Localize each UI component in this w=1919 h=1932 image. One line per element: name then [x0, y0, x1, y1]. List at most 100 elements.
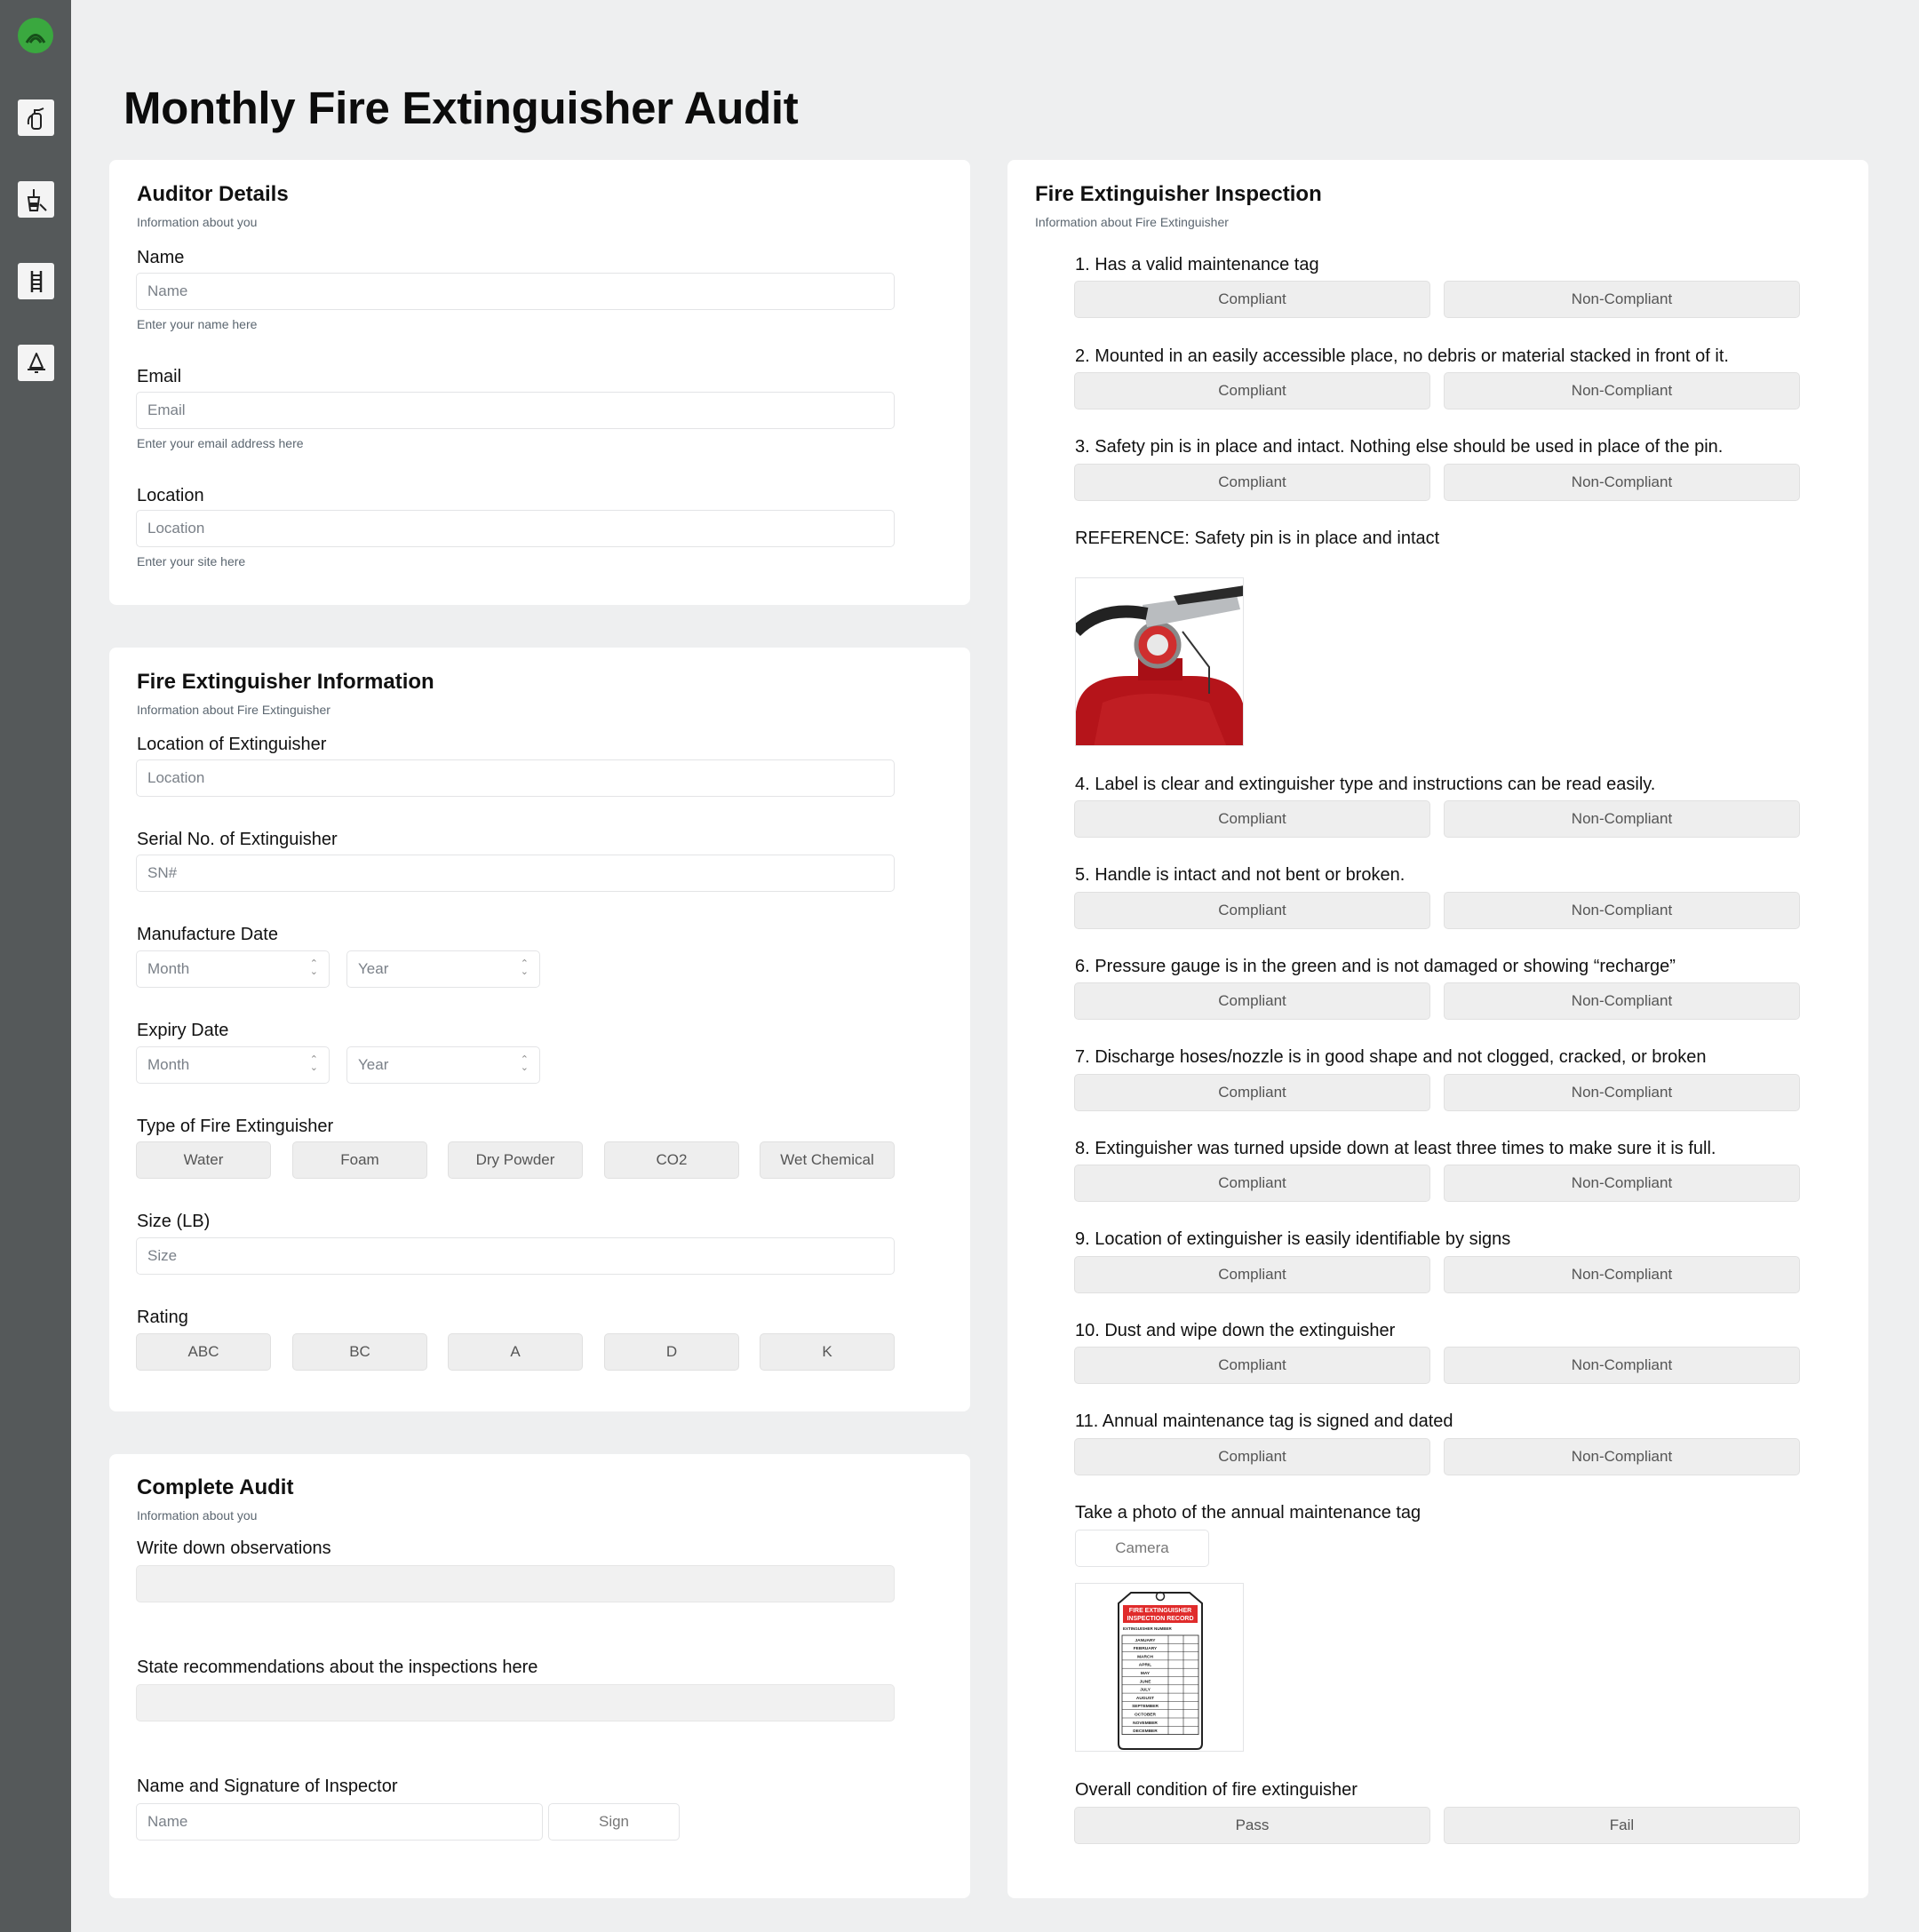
observations-textarea[interactable]	[136, 1565, 895, 1602]
manufacture-month-select[interactable]: Month ⌃ ⌄	[136, 950, 330, 988]
svg-text:EXTINGUISHER NUMBER: EXTINGUISHER NUMBER	[1123, 1626, 1173, 1631]
reference-label: REFERENCE: Safety pin is in place and in…	[1075, 529, 1440, 548]
select-value: Month	[147, 1056, 190, 1073]
location-hint: Enter your site here	[137, 554, 246, 568]
card-subtitle: Information about you	[137, 215, 258, 229]
tag-month-january: JANUARY	[1135, 1638, 1156, 1643]
question-11-compliant-button[interactable]: Compliant	[1074, 1438, 1430, 1475]
question-9-compliant-button[interactable]: Compliant	[1074, 1256, 1430, 1293]
size-label: Size (LB)	[137, 1212, 211, 1231]
type-option-co2[interactable]: CO2	[604, 1141, 739, 1179]
select-value: Month	[147, 960, 190, 977]
expiry-month-select[interactable]: Month ⌃ ⌄	[136, 1046, 330, 1084]
manufacture-year-select[interactable]: Year ⌃ ⌄	[346, 950, 540, 988]
question-4-non-compliant-button[interactable]: Non-Compliant	[1444, 800, 1800, 838]
question-5-non-compliant-button[interactable]: Non-Compliant	[1444, 892, 1800, 929]
bell-icon[interactable]	[18, 345, 54, 381]
extinguisher-info-card: Fire Extinguisher Information Informatio…	[109, 648, 970, 1411]
serial-input[interactable]: SN#	[136, 855, 895, 892]
select-value: Year	[358, 960, 389, 977]
type-option-foam[interactable]: Foam	[292, 1141, 427, 1179]
question-9-non-compliant-button[interactable]: Non-Compliant	[1444, 1256, 1800, 1293]
location-label: Location	[137, 486, 204, 505]
sidebar	[0, 0, 71, 1932]
expiry-year-select[interactable]: Year ⌃ ⌄	[346, 1046, 540, 1084]
question-1-non-compliant-button[interactable]: Non-Compliant	[1444, 281, 1800, 318]
extinguisher-location-label: Location of Extinguisher	[137, 735, 327, 754]
question-7-non-compliant-button[interactable]: Non-Compliant	[1444, 1074, 1800, 1111]
svg-text:FIRE EXTINGUISHER: FIRE EXTINGUISHER	[1129, 1608, 1191, 1614]
card-subtitle: Information about Fire Extinguisher	[137, 703, 330, 717]
question-10-label: 10. Dust and wipe down the extinguisher	[1075, 1321, 1396, 1340]
question-6-compliant-button[interactable]: Compliant	[1074, 982, 1430, 1020]
auditor-details-card: Auditor Details Information about you Na…	[109, 160, 970, 605]
tag-month-september: SEPTEMBER	[1132, 1704, 1159, 1709]
rating-option-bc[interactable]: BC	[292, 1333, 427, 1371]
type-option-wet-chemical[interactable]: Wet Chemical	[760, 1141, 895, 1179]
extinguisher-location-input[interactable]: Location	[136, 759, 895, 797]
camera-button[interactable]: Camera	[1075, 1530, 1209, 1567]
observations-label: Write down observations	[137, 1538, 331, 1558]
location-input[interactable]: Location	[136, 510, 895, 547]
question-11-non-compliant-button[interactable]: Non-Compliant	[1444, 1438, 1800, 1475]
svg-text:INSPECTION RECORD: INSPECTION RECORD	[1127, 1616, 1193, 1622]
question-5-compliant-button[interactable]: Compliant	[1074, 892, 1430, 929]
question-2-non-compliant-button[interactable]: Non-Compliant	[1444, 372, 1800, 409]
chevron-updown-icon: ⌃ ⌄	[309, 1054, 318, 1073]
tag-month-june: JUNE	[1140, 1679, 1152, 1684]
question-5-label: 5. Handle is intact and not bent or brok…	[1075, 865, 1405, 885]
app-logo-icon[interactable]	[18, 18, 53, 53]
rating-option-d[interactable]: D	[604, 1333, 739, 1371]
type-option-dry-powder[interactable]: Dry Powder	[448, 1141, 583, 1179]
pass-button[interactable]: Pass	[1074, 1807, 1430, 1844]
safety-pin-reference-image	[1075, 577, 1244, 746]
ladder-icon[interactable]	[18, 263, 54, 299]
photo-label: Take a photo of the annual maintenance t…	[1075, 1503, 1421, 1523]
rating-option-a[interactable]: A	[448, 1333, 583, 1371]
tag-month-july: JULY	[1140, 1688, 1151, 1693]
serial-label: Serial No. of Extinguisher	[137, 830, 338, 849]
overall-condition-label: Overall condition of fire extinguisher	[1075, 1780, 1358, 1800]
question-1-compliant-button[interactable]: Compliant	[1074, 281, 1430, 318]
rating-option-k[interactable]: K	[760, 1333, 895, 1371]
tag-month-december: DECEMBER	[1133, 1729, 1158, 1734]
question-10-compliant-button[interactable]: Compliant	[1074, 1347, 1430, 1384]
complete-audit-card: Complete Audit Information about you Wri…	[109, 1454, 970, 1898]
tag-month-may: MAY	[1141, 1671, 1151, 1676]
sign-button[interactable]: Sign	[548, 1803, 680, 1841]
size-input[interactable]: Size	[136, 1237, 895, 1275]
email-label: Email	[137, 367, 182, 386]
fire-extinguisher-icon[interactable]	[18, 99, 54, 136]
question-8-non-compliant-button[interactable]: Non-Compliant	[1444, 1165, 1800, 1202]
question-8-label: 8. Extinguisher was turned upside down a…	[1075, 1139, 1716, 1158]
type-label: Type of Fire Extinguisher	[137, 1117, 334, 1136]
type-option-water[interactable]: Water	[136, 1141, 271, 1179]
chevron-updown-icon: ⌃ ⌄	[309, 958, 318, 977]
tag-month-august: AUGUST	[1136, 1696, 1154, 1701]
inspector-name-input[interactable]: Name	[136, 1803, 543, 1841]
email-input[interactable]: Email	[136, 392, 895, 429]
question-8-compliant-button[interactable]: Compliant	[1074, 1165, 1430, 1202]
question-9-label: 9. Location of extinguisher is easily id…	[1075, 1229, 1511, 1249]
select-value: Year	[358, 1056, 389, 1073]
recommendations-textarea[interactable]	[136, 1684, 895, 1721]
fail-button[interactable]: Fail	[1444, 1807, 1800, 1844]
rating-option-abc[interactable]: ABC	[136, 1333, 271, 1371]
question-4-compliant-button[interactable]: Compliant	[1074, 800, 1430, 838]
chevron-updown-icon: ⌃ ⌄	[520, 1054, 529, 1073]
cleaning-bucket-icon[interactable]	[18, 181, 54, 218]
question-10-non-compliant-button[interactable]: Non-Compliant	[1444, 1347, 1800, 1384]
card-title: Fire Extinguisher Inspection	[1035, 182, 1322, 206]
question-3-non-compliant-button[interactable]: Non-Compliant	[1444, 464, 1800, 501]
question-1-label: 1. Has a valid maintenance tag	[1075, 255, 1319, 274]
recommendations-label: State recommendations about the inspecti…	[137, 1658, 538, 1677]
question-3-compliant-button[interactable]: Compliant	[1074, 464, 1430, 501]
question-6-non-compliant-button[interactable]: Non-Compliant	[1444, 982, 1800, 1020]
name-hint: Enter your name here	[137, 317, 258, 331]
rating-label: Rating	[137, 1308, 188, 1327]
tag-month-november: NOVEMBER	[1133, 1721, 1158, 1726]
name-input[interactable]: Name	[136, 273, 895, 310]
question-7-compliant-button[interactable]: Compliant	[1074, 1074, 1430, 1111]
maintenance-tag-photo: FIRE EXTINGUISHER INSPECTION RECORD EXTI…	[1075, 1583, 1244, 1752]
question-2-compliant-button[interactable]: Compliant	[1074, 372, 1430, 409]
